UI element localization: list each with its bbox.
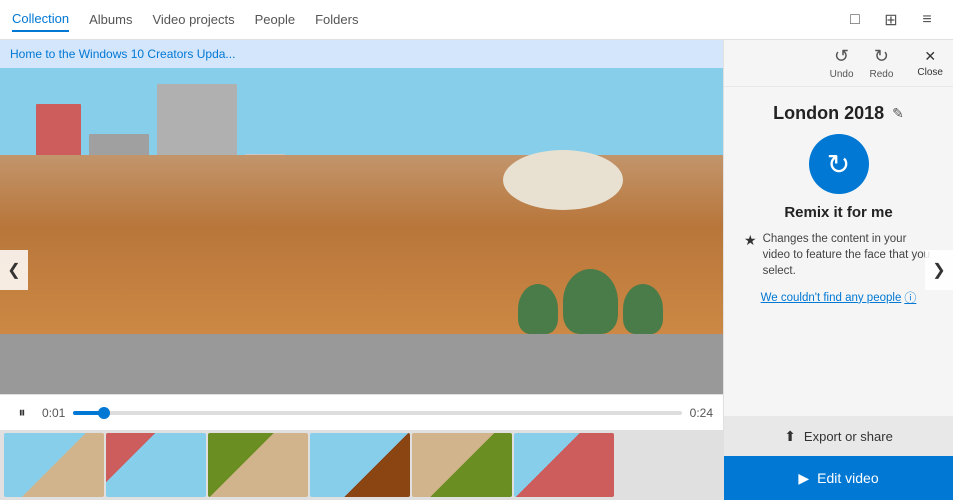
bush-3	[623, 284, 663, 334]
redo-action[interactable]: ↻ Redo	[870, 46, 894, 80]
total-time: 0:24	[690, 406, 713, 420]
grid-view-icon[interactable]: ⊞	[877, 6, 905, 34]
prev-arrow[interactable]: ❮	[0, 250, 28, 290]
bush-1	[518, 284, 558, 334]
breadcrumb: Home to the Windows 10 Creators Upda...	[0, 40, 723, 68]
info-circle-icon: ⓘ	[904, 289, 916, 306]
people-link-text: We couldn't find any people	[761, 292, 902, 304]
thumb-4[interactable]	[310, 433, 410, 497]
nav-video-projects[interactable]: Video projects	[152, 8, 234, 31]
breadcrumb-text: Home to the Windows 10 Creators Upda...	[10, 47, 235, 61]
redo-label: Redo	[870, 69, 894, 80]
album-title: London 2018	[773, 103, 884, 124]
thumb-3[interactable]	[208, 433, 308, 497]
undo-icon: ↺	[834, 46, 849, 67]
bush-2	[563, 269, 618, 334]
export-icon: ⬆	[784, 428, 796, 445]
undo-action[interactable]: ↺ Undo	[830, 46, 854, 80]
thumb-5[interactable]	[412, 433, 512, 497]
edit-video-icon: ▶	[798, 470, 809, 487]
thumbnail-strip	[0, 430, 723, 500]
edit-title-icon[interactable]: ✎	[892, 105, 904, 122]
play-pause-button[interactable]: ⏸	[10, 401, 34, 425]
right-panel: ↺ Undo ↻ Redo ✕ Close London 2018 ✎ ↻ Re…	[723, 40, 953, 500]
thumb-1[interactable]	[4, 433, 104, 497]
current-time: 0:01	[42, 406, 65, 420]
album-title-row: London 2018 ✎	[773, 103, 904, 124]
video-controls: ⏸ 0:01 0:24	[0, 394, 723, 430]
panel-body: London 2018 ✎ ↻ Remix it for me ★ Change…	[724, 87, 953, 306]
people-link[interactable]: We couldn't find any people ⓘ	[761, 289, 917, 306]
star-icon: ★	[744, 232, 757, 249]
main-area: ❮ Home to the Windows 10 Creators Upda..…	[0, 40, 953, 500]
progress-bar[interactable]	[73, 411, 681, 415]
remix-button[interactable]: ↻	[809, 134, 869, 194]
video-frame	[0, 68, 723, 394]
next-arrow[interactable]: ❯	[925, 250, 953, 290]
square-view-icon[interactable]: □	[841, 6, 869, 34]
scene-ground-strip	[0, 334, 723, 394]
undo-label: Undo	[830, 69, 854, 80]
list-view-icon[interactable]: ≡	[913, 6, 941, 34]
thumb-2[interactable]	[106, 433, 206, 497]
nav-collection[interactable]: Collection	[12, 7, 69, 32]
panel-topbar: ↺ Undo ↻ Redo ✕ Close	[724, 40, 953, 87]
nav-right-icons: □ ⊞ ≡	[841, 6, 941, 34]
edit-video-label: Edit video	[817, 470, 878, 486]
info-text: Changes the content in your video to fea…	[763, 231, 933, 279]
close-icon: ✕	[924, 48, 936, 65]
info-row: ★ Changes the content in your video to f…	[740, 231, 937, 279]
thumb-6[interactable]	[514, 433, 614, 497]
nav-people[interactable]: People	[255, 8, 295, 31]
top-nav: Collection Albums Video projects People …	[0, 0, 953, 40]
nav-albums[interactable]: Albums	[89, 8, 132, 31]
scene-greenery	[518, 269, 663, 334]
center-area: Home to the Windows 10 Creators Upda...	[0, 40, 723, 500]
remix-label: Remix it for me	[784, 204, 892, 221]
redo-icon: ↻	[874, 46, 889, 67]
close-label: Close	[917, 67, 943, 78]
nav-folders[interactable]: Folders	[315, 8, 358, 31]
remix-icon: ↻	[827, 148, 850, 181]
scene-umbrella	[503, 150, 623, 210]
close-button[interactable]: ✕ Close	[917, 48, 943, 78]
export-label: Export or share	[804, 429, 893, 444]
edit-video-button[interactable]: ▶ Edit video	[724, 456, 953, 500]
progress-thumb[interactable]	[98, 407, 110, 419]
video-player	[0, 68, 723, 394]
export-share-button[interactable]: ⬆ Export or share	[724, 416, 953, 456]
